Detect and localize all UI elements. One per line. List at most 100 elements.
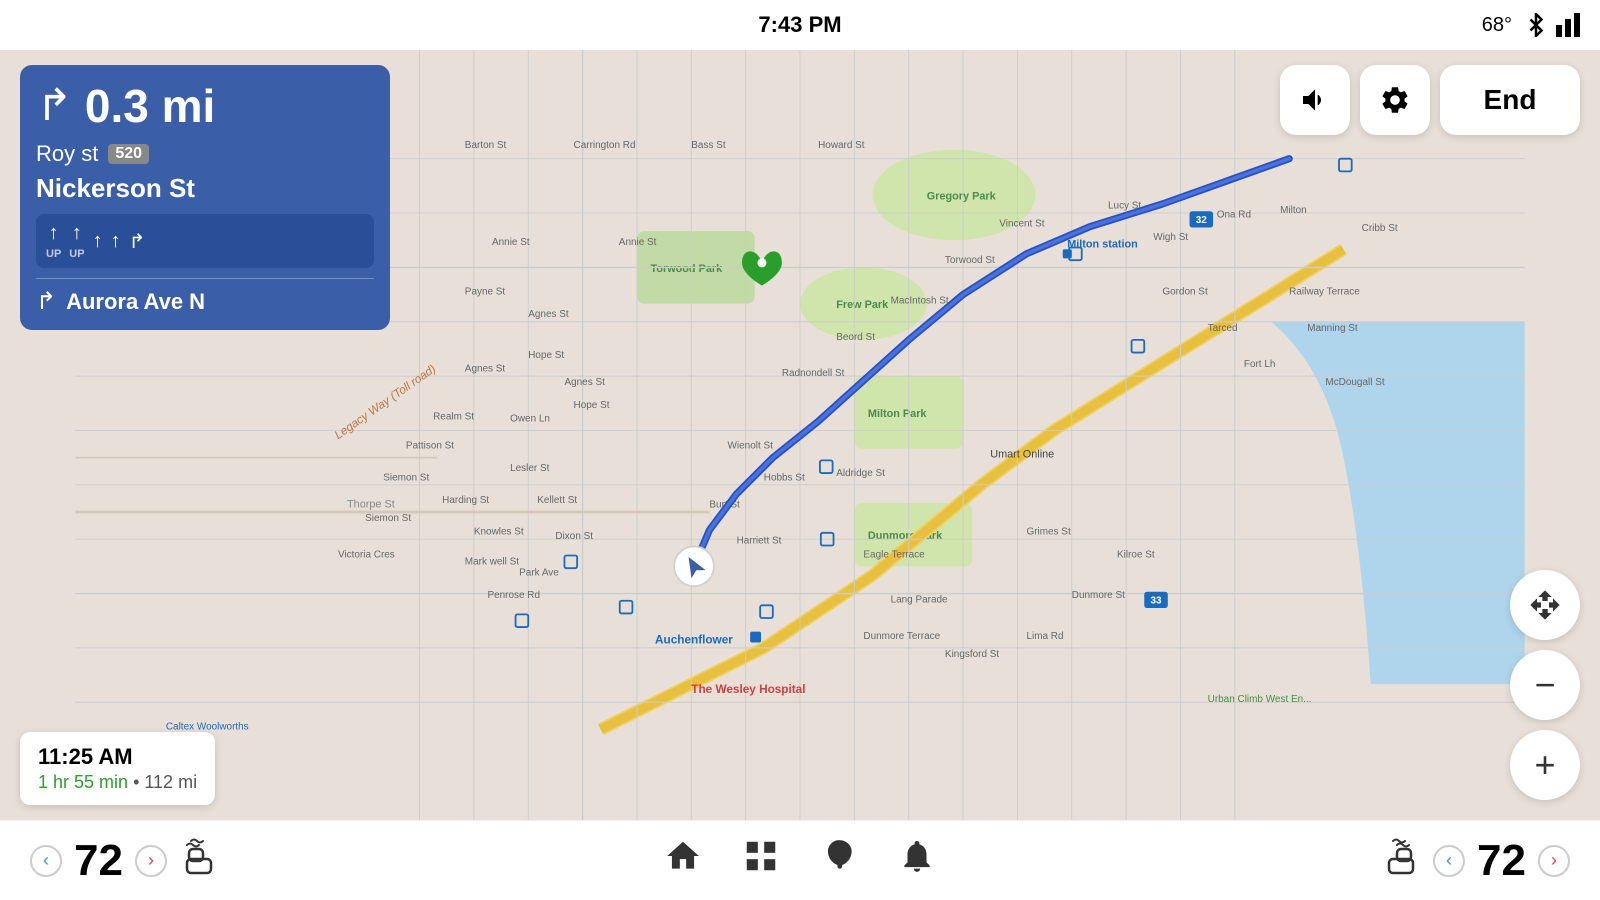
svg-text:Siemon St: Siemon St [383,472,429,483]
lane-4-arrow: ↑ [111,230,121,253]
seat-heat-left-icon [179,837,219,877]
svg-text:Kilroe St: Kilroe St [1117,549,1155,560]
eta-separator: • [133,772,144,792]
home-button[interactable] [664,837,702,884]
status-bar: 7:43 PM 68° [0,0,1600,50]
seat-heat-right-icon [1381,837,1421,877]
nav-card: ↱ 0.3 mi Roy st 520 Nickerson St ↑ UP ↑ … [20,65,390,330]
left-temp-control: ‹ 72 › [30,836,219,886]
svg-text:Dunmore St: Dunmore St [1072,590,1125,601]
svg-text:Agnes St: Agnes St [564,377,605,388]
svg-text:Vincent St: Vincent St [999,219,1044,230]
lane-2: ↑ UP [69,222,84,260]
left-heat-icon[interactable] [179,837,219,885]
svg-text:Railway Terrace: Railway Terrace [1289,287,1360,298]
svg-text:Victoria Cres: Victoria Cres [338,549,395,560]
svg-text:Thorpe St: Thorpe St [347,498,395,510]
nav-next-street: Aurora Ave N [66,289,205,315]
zoom-out-icon: − [1534,664,1555,706]
svg-text:33: 33 [1150,595,1162,606]
gear-icon [1379,84,1411,116]
svg-text:Auchenflower: Auchenflower [655,633,733,646]
svg-text:Milton Park: Milton Park [868,408,927,420]
svg-text:Realm St: Realm St [433,412,474,423]
svg-text:Umart Online: Umart Online [990,449,1054,461]
nav-next-turn-arrow: ↱ [36,287,56,316]
svg-text:Aldridge St: Aldridge St [836,468,885,479]
eta-distance: 112 mi [144,772,197,792]
svg-text:Tarced: Tarced [1208,323,1238,334]
svg-text:Bass St: Bass St [691,140,726,151]
zoom-in-icon: + [1534,744,1555,786]
svg-text:Harding St: Harding St [442,495,489,506]
volume-icon [1299,84,1331,116]
mute-button[interactable] [1280,65,1350,135]
nav-route-badge: 520 [108,144,149,164]
map-controls: − + [1510,570,1580,800]
nav-next-row: ↱ Aurora Ave N [36,278,374,316]
svg-text:Gordon St: Gordon St [1162,287,1208,298]
svg-text:Park Ave: Park Ave [519,567,559,578]
svg-text:Lang Parade: Lang Parade [891,595,948,606]
svg-text:Payne St: Payne St [465,287,506,298]
svg-text:Radnondell St: Radnondell St [782,368,845,379]
svg-text:Mark well St: Mark well St [465,557,519,568]
svg-text:Pattison St: Pattison St [406,441,454,452]
svg-text:Frew Park: Frew Park [836,299,889,311]
fan-icon [820,837,858,875]
svg-text:Milton: Milton [1280,205,1307,216]
status-temperature: 68° [1482,14,1512,37]
apps-button[interactable] [742,837,780,884]
eta-card: 11:25 AM 1 hr 55 min • 112 mi [20,732,215,805]
svg-text:Eagle Terrace: Eagle Terrace [863,549,925,560]
svg-text:Wienolt St: Wienolt St [728,441,774,452]
bluetooth-icon [1524,13,1548,37]
svg-text:Agnes St: Agnes St [528,309,569,320]
left-temp-decrease[interactable]: ‹ [30,845,62,877]
settings-button[interactable] [1360,65,1430,135]
lane-guidance: ↑ UP ↑ UP ↑ ↑ ↱ [36,214,374,268]
lane-3-arrow: ↑ [93,230,103,253]
svg-text:Knowles St: Knowles St [474,527,524,538]
svg-text:Kellett St: Kellett St [537,495,577,506]
nav-main-street: Nickerson St [36,173,374,204]
eta-duration: 1 hr 55 min [38,772,128,792]
zoom-in-button[interactable]: + [1510,730,1580,800]
lane-2-arrow: ↑ [72,222,82,245]
zoom-out-button[interactable]: − [1510,650,1580,720]
svg-text:32: 32 [1196,215,1208,226]
bell-icon [898,837,936,875]
status-time: 7:43 PM [758,12,841,38]
svg-text:Wigh St: Wigh St [1153,232,1188,243]
pan-button[interactable] [1510,570,1580,640]
svg-text:Hobbs St: Hobbs St [764,472,805,483]
fan-button[interactable] [820,837,858,884]
eta-details: 1 hr 55 min • 112 mi [38,772,197,793]
svg-text:Cribb St: Cribb St [1362,223,1398,234]
bottom-bar: ‹ 72 › [0,820,1600,900]
top-controls: End [1280,65,1580,135]
lane-5-arrow: ↱ [129,229,146,254]
svg-text:Lima Rd: Lima Rd [1026,631,1063,642]
lane-5: ↱ [129,229,146,254]
notifications-button[interactable] [898,837,936,884]
svg-text:Beord St: Beord St [836,332,875,343]
nav-distance: 0.3 mi [85,79,215,133]
end-label: End [1484,84,1537,116]
svg-text:Agnes St: Agnes St [465,364,506,375]
right-temp-increase[interactable]: › [1538,845,1570,877]
svg-text:Siemon St: Siemon St [365,513,411,524]
lane-4: ↑ [111,230,121,253]
right-temp-decrease[interactable]: ‹ [1433,845,1465,877]
right-temp-control: ‹ 72 › [1381,836,1570,886]
grid-icon [742,837,780,875]
left-temp-increase[interactable]: › [135,845,167,877]
svg-text:Owen Ln: Owen Ln [510,413,550,424]
svg-text:Harriett St: Harriett St [737,536,782,547]
svg-text:Hope St: Hope St [528,350,564,361]
svg-text:Carrington Rd: Carrington Rd [574,140,636,151]
right-heat-icon[interactable] [1381,837,1421,885]
signal-icon [1556,13,1580,37]
svg-text:McDougall St: McDougall St [1325,377,1384,388]
end-navigation-button[interactable]: End [1440,65,1580,135]
